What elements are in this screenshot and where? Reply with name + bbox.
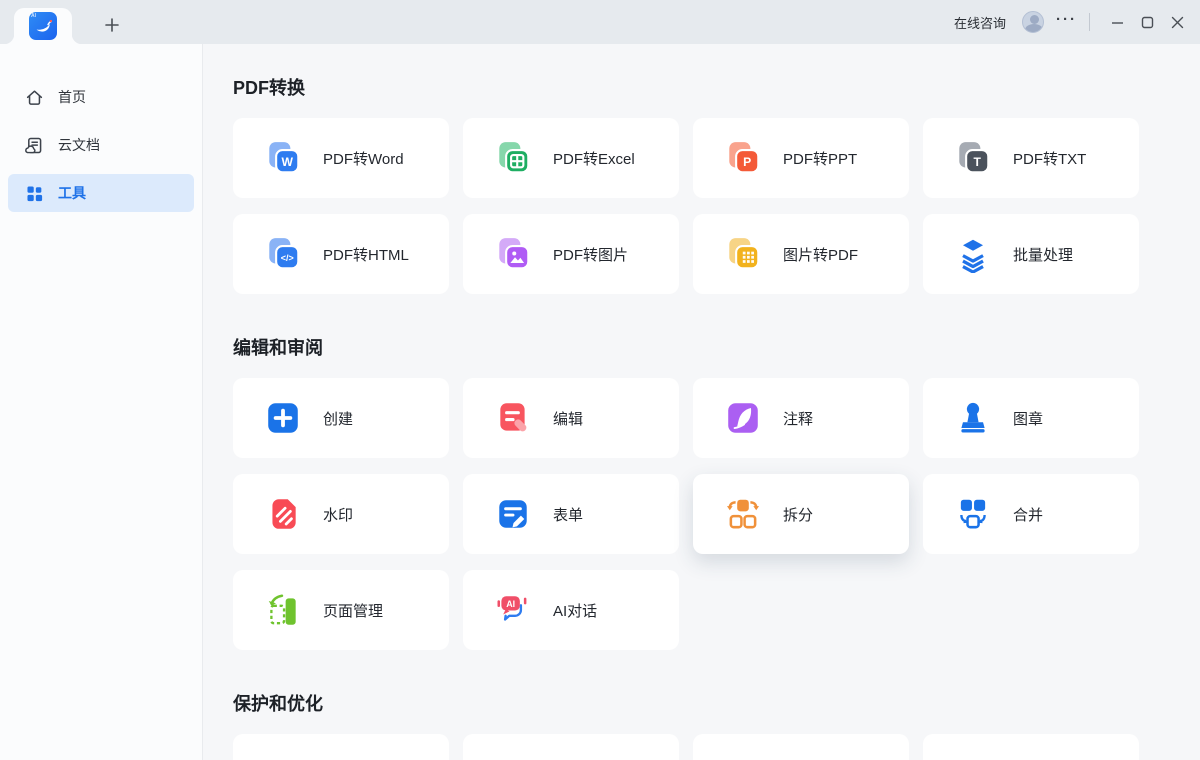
sidebar-item-云文档[interactable]: 云文档 (8, 126, 194, 164)
tool-card[interactable]: P PDF转PPT (693, 118, 909, 198)
tool-grid (233, 734, 1200, 760)
tool-card[interactable]: 编辑 (463, 378, 679, 458)
tool-card[interactable]: 水印 (233, 474, 449, 554)
tool-card[interactable]: 注释 (693, 378, 909, 458)
tool-label: 编辑 (553, 408, 583, 429)
tool-card-partial[interactable] (693, 734, 909, 760)
tool-card[interactable]: 拆分 (693, 474, 909, 554)
html-icon: </> (264, 235, 302, 273)
app-window: AI 在线咨询 ··· (0, 0, 1200, 760)
svg-text:W: W (281, 155, 293, 169)
tool-card[interactable]: 创建 (233, 378, 449, 458)
word-icon: W (264, 139, 302, 177)
cloud-doc-icon (24, 135, 44, 155)
tool-grid: 创建 编辑 注释 图章 水印 表单 拆分 (233, 378, 1200, 650)
tool-label: PDF转Word (323, 148, 404, 169)
tool-grid: W PDF转Word PDF转Excel P PDF转PPT T PDF转TXT </… (233, 118, 1200, 294)
tool-card[interactable]: 图章 (923, 378, 1139, 458)
tool-label: PDF转PPT (783, 148, 857, 169)
titlebar: AI 在线咨询 ··· (0, 0, 1200, 44)
main-content: PDF转换 W PDF转Word PDF转Excel P PDF转PPT T PDF转… (203, 44, 1200, 760)
img2pdf-icon (724, 235, 762, 273)
create-icon (264, 399, 302, 437)
tool-label: 注释 (783, 408, 813, 429)
form-icon (494, 495, 532, 533)
tool-card[interactable]: W PDF转Word (233, 118, 449, 198)
sidebar-item-label: 云文档 (58, 135, 100, 155)
maximize-icon[interactable] (1132, 7, 1162, 37)
tool-card[interactable]: PDF转图片 (463, 214, 679, 294)
tool-card[interactable]: 图片转PDF (693, 214, 909, 294)
titlebar-divider (1089, 13, 1090, 31)
section-title: 编辑和审阅 (233, 336, 1200, 361)
minimize-icon[interactable] (1102, 7, 1132, 37)
tool-card[interactable]: 页面管理 (233, 570, 449, 650)
tool-card[interactable]: PDF转Excel (463, 118, 679, 198)
edit-icon (494, 399, 532, 437)
user-avatar-icon[interactable] (1022, 11, 1044, 33)
sidebar: 首页云文档工具 (0, 44, 203, 760)
tool-label: 水印 (323, 504, 353, 525)
stamp-icon (954, 399, 992, 437)
sidebar-item-label: 首页 (58, 87, 86, 107)
tool-label: AI对话 (553, 600, 597, 621)
tool-label: PDF转TXT (1013, 148, 1086, 169)
svg-text:P: P (743, 155, 751, 169)
tool-card-partial[interactable] (923, 734, 1139, 760)
tool-card-partial[interactable] (233, 734, 449, 760)
excel-icon (494, 139, 532, 177)
ppt-icon: P (724, 139, 762, 177)
section-title: PDF转换 (233, 76, 1200, 101)
online-consult-link[interactable]: 在线咨询 (954, 13, 1006, 32)
tool-card[interactable]: 合并 (923, 474, 1139, 554)
annotate-icon (724, 399, 762, 437)
batch-icon (954, 235, 992, 273)
image-icon (494, 235, 532, 273)
apps-grid-icon (24, 183, 44, 203)
lightpdf-logo-icon: AI (29, 12, 57, 40)
tool-label: 表单 (553, 504, 583, 525)
close-icon[interactable] (1162, 7, 1192, 37)
section: PDF转换 W PDF转Word PDF转Excel P PDF转PPT T PDF转… (233, 76, 1200, 294)
svg-text:</>: </> (281, 253, 294, 263)
tool-label: 批量处理 (1013, 244, 1073, 265)
watermark-icon (264, 495, 302, 533)
svg-text:T: T (974, 155, 982, 169)
txt-icon: T (954, 139, 992, 177)
tool-card[interactable]: T PDF转TXT (923, 118, 1139, 198)
sidebar-item-首页[interactable]: 首页 (8, 78, 194, 116)
sidebar-item-工具[interactable]: 工具 (8, 174, 194, 212)
tool-label: PDF转Excel (553, 148, 635, 169)
merge-icon (954, 495, 992, 533)
more-menu-icon[interactable]: ··· (1056, 12, 1077, 33)
tool-label: 图章 (1013, 408, 1043, 429)
tool-label: 页面管理 (323, 600, 383, 621)
tool-card[interactable]: AI AI对话 (463, 570, 679, 650)
split-icon (724, 495, 762, 533)
tool-card[interactable]: 表单 (463, 474, 679, 554)
tool-label: 拆分 (783, 504, 813, 525)
section: 编辑和审阅 创建 编辑 注释 图章 水印 表单 拆分 (233, 336, 1200, 650)
app-tab[interactable]: AI (14, 8, 72, 44)
ai-chat-icon: AI (494, 591, 532, 629)
tool-card[interactable]: </> PDF转HTML (233, 214, 449, 294)
pages-icon (264, 591, 302, 629)
tool-label: 创建 (323, 408, 353, 429)
logo-ai-badge: AI (31, 13, 36, 19)
new-tab-icon[interactable] (98, 11, 126, 39)
tool-label: PDF转HTML (323, 244, 409, 265)
svg-text:AI: AI (506, 599, 515, 609)
home-icon (24, 87, 44, 107)
tool-label: PDF转图片 (553, 244, 628, 265)
section: 保护和优化 (233, 692, 1200, 760)
sidebar-item-label: 工具 (58, 183, 86, 203)
tool-label: 合并 (1013, 504, 1043, 525)
tool-card[interactable]: 批量处理 (923, 214, 1139, 294)
tool-card-partial[interactable] (463, 734, 679, 760)
tool-label: 图片转PDF (783, 244, 858, 265)
section-title: 保护和优化 (233, 692, 1200, 717)
